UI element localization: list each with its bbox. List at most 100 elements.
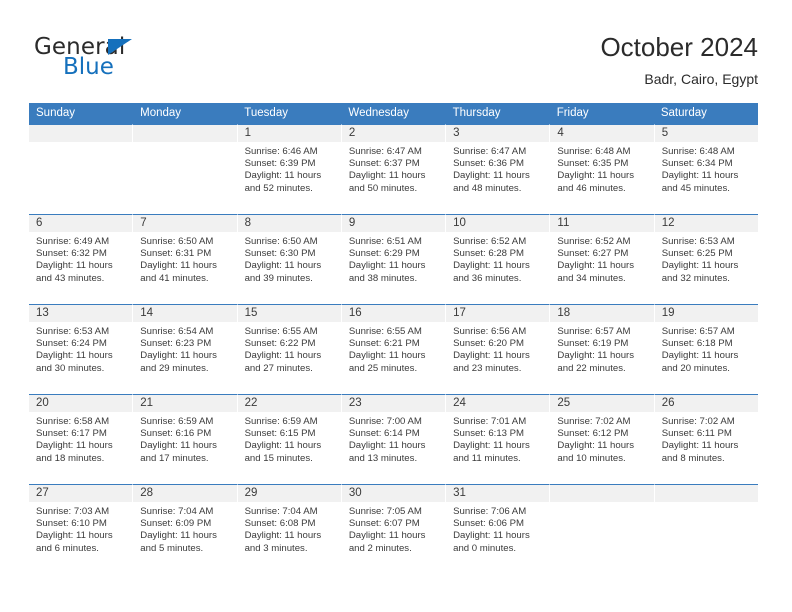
day-info-daylight-line2: and 22 minutes. bbox=[557, 362, 626, 374]
day-cell[interactable]: 8 Sunrise: 6:50 AM Sunset: 6:30 PM Daylight… bbox=[237, 214, 342, 304]
day-info-sunset: Sunset: 6:35 PM bbox=[557, 158, 629, 170]
brand-logo[interactable]: General Blue bbox=[34, 34, 264, 86]
day-info-daylight-line1: Daylight: 11 hours bbox=[557, 440, 635, 452]
day-cell[interactable]: 7 Sunrise: 6:50 AM Sunset: 6:31 PM Daylight… bbox=[133, 214, 238, 304]
day-info: Sunrise: 6:56 AM Sunset: 6:20 PM Daylight:… bbox=[446, 322, 549, 375]
day-info-sunset: Sunset: 6:16 PM bbox=[140, 428, 212, 440]
day-info: Sunrise: 7:04 AM Sunset: 6:09 PM Daylight:… bbox=[133, 502, 236, 555]
day-info-sunset: Sunset: 6:29 PM bbox=[348, 248, 420, 260]
day-cell[interactable]: 27 Sunrise: 7:03 AM Sunset: 6:10 PM Dayligh… bbox=[29, 484, 134, 574]
day-cell[interactable]: 17 Sunrise: 6:56 AM Sunset: 6:20 PM Dayligh… bbox=[446, 304, 551, 394]
day-cell[interactable]: 12 Sunrise: 6:53 AM Sunset: 6:25 PM Dayligh… bbox=[654, 214, 758, 304]
day-info-sunrise: Sunrise: 7:02 AM bbox=[557, 416, 631, 427]
day-cell[interactable]: 16 Sunrise: 6:55 AM Sunset: 6:21 PM Dayligh… bbox=[341, 304, 447, 394]
day-info-daylight-line2: and 52 minutes. bbox=[244, 182, 313, 194]
weekday-header-row: Sunday Monday Tuesday Wednesday Thursday Frid… bbox=[29, 103, 758, 124]
day-info-daylight-line2: and 41 minutes. bbox=[140, 272, 209, 284]
day-cell[interactable]: 4 Sunrise: 6:48 AM Sunset: 6:35 PM Daylight… bbox=[550, 124, 655, 214]
day-cell[interactable]: 22 Sunrise: 6:59 AM Sunset: 6:15 PM Dayligh… bbox=[237, 394, 342, 484]
day-number-band: 26 bbox=[654, 395, 758, 412]
day-info-sunrise: Sunrise: 6:57 AM bbox=[661, 326, 735, 337]
day-cell[interactable]: 5 Sunrise: 6:48 AM Sunset: 6:34 PM Daylight… bbox=[654, 124, 758, 214]
day-info-sunrise: Sunrise: 6:56 AM bbox=[453, 326, 527, 337]
day-info-daylight-line2: and 17 minutes. bbox=[140, 452, 209, 464]
day-number-band: 20 bbox=[29, 395, 133, 412]
day-info-sunrise: Sunrise: 6:57 AM bbox=[557, 326, 631, 337]
day-number: 21 bbox=[140, 397, 154, 409]
day-info-sunset: Sunset: 6:34 PM bbox=[661, 158, 733, 170]
day-info: Sunrise: 6:48 AM Sunset: 6:34 PM Daylight:… bbox=[655, 142, 758, 195]
day-info-daylight-line2: and 30 minutes. bbox=[36, 362, 105, 374]
day-cell[interactable]: 1 Sunrise: 6:46 AM Sunset: 6:39 PM Daylight… bbox=[237, 124, 342, 214]
day-number-band: 21 bbox=[133, 395, 237, 412]
day-number: 26 bbox=[661, 397, 675, 409]
day-cell[interactable]: 19 Sunrise: 6:57 AM Sunset: 6:18 PM Dayligh… bbox=[654, 304, 758, 394]
day-cell[interactable]: 21 Sunrise: 6:59 AM Sunset: 6:16 PM Dayligh… bbox=[133, 394, 238, 484]
day-cell[interactable]: 11 Sunrise: 6:52 AM Sunset: 6:27 PM Dayligh… bbox=[550, 214, 655, 304]
day-info-sunset: Sunset: 6:19 PM bbox=[557, 338, 629, 350]
day-info-daylight-line2: and 23 minutes. bbox=[453, 362, 522, 374]
day-cell[interactable]: 13 Sunrise: 6:53 AM Sunset: 6:24 PM Dayligh… bbox=[29, 304, 134, 394]
week-row: 13 Sunrise: 6:53 AM Sunset: 6:24 PM Dayligh… bbox=[29, 304, 758, 394]
day-cell[interactable]: 28 Sunrise: 7:04 AM Sunset: 6:09 PM Dayligh… bbox=[133, 484, 238, 574]
day-info-daylight-line2: and 43 minutes. bbox=[36, 272, 105, 284]
day-info-sunset: Sunset: 6:21 PM bbox=[348, 338, 420, 350]
day-cell[interactable]: 9 Sunrise: 6:51 AM Sunset: 6:29 PM Daylight… bbox=[341, 214, 447, 304]
day-info-sunrise: Sunrise: 7:03 AM bbox=[36, 506, 110, 517]
day-cell[interactable]: 18 Sunrise: 6:57 AM Sunset: 6:19 PM Dayligh… bbox=[550, 304, 655, 394]
day-info-sunset: Sunset: 6:25 PM bbox=[661, 248, 733, 260]
day-info: Sunrise: 6:58 AM Sunset: 6:17 PM Daylight:… bbox=[29, 412, 132, 465]
day-info: Sunrise: 6:59 AM Sunset: 6:15 PM Daylight:… bbox=[238, 412, 341, 465]
day-info-daylight-line2: and 27 minutes. bbox=[244, 362, 313, 374]
day-info-daylight-line2: and 11 minutes. bbox=[453, 452, 521, 464]
day-info: Sunrise: 6:53 AM Sunset: 6:24 PM Daylight:… bbox=[29, 322, 132, 375]
day-number-band: 11 bbox=[550, 215, 654, 232]
day-number: 11 bbox=[557, 217, 570, 229]
day-info-daylight-line2: and 20 minutes. bbox=[661, 362, 730, 374]
day-info-daylight-line1: Daylight: 11 hours bbox=[453, 170, 530, 182]
day-info-sunrise: Sunrise: 7:05 AM bbox=[348, 506, 422, 517]
day-cell[interactable]: 14 Sunrise: 6:54 AM Sunset: 6:23 PM Dayligh… bbox=[133, 304, 238, 394]
day-info-daylight-line1: Daylight: 11 hours bbox=[140, 530, 217, 542]
page-title: October 2024 bbox=[600, 32, 758, 62]
day-info-daylight-line1: Daylight: 11 hours bbox=[244, 260, 322, 272]
day-info: Sunrise: 6:57 AM Sunset: 6:18 PM Daylight:… bbox=[655, 322, 758, 375]
day-number-band: 28 bbox=[133, 485, 237, 502]
day-cell[interactable]: 29 Sunrise: 7:04 AM Sunset: 6:08 PM Dayligh… bbox=[237, 484, 342, 574]
day-info-sunset: Sunset: 6:18 PM bbox=[661, 338, 733, 350]
day-info-sunrise: Sunrise: 6:52 AM bbox=[453, 236, 527, 247]
day-info-daylight-line1: Daylight: 11 hours bbox=[244, 440, 322, 452]
day-info-sunrise: Sunrise: 7:04 AM bbox=[244, 506, 318, 517]
weekday-header-sunday: Sunday bbox=[29, 103, 134, 124]
day-cell[interactable]: 30 Sunrise: 7:05 AM Sunset: 6:07 PM Dayligh… bbox=[341, 484, 447, 574]
day-info: Sunrise: 6:47 AM Sunset: 6:36 PM Daylight:… bbox=[446, 142, 549, 195]
day-cell[interactable]: 26 Sunrise: 7:02 AM Sunset: 6:11 PM Dayligh… bbox=[654, 394, 758, 484]
day-info-sunset: Sunset: 6:37 PM bbox=[348, 158, 420, 170]
day-info: Sunrise: 6:48 AM Sunset: 6:35 PM Daylight:… bbox=[550, 142, 653, 195]
day-number-band: 30 bbox=[341, 485, 446, 502]
day-number: 4 bbox=[557, 127, 564, 139]
day-number-band: 31 bbox=[446, 485, 550, 502]
day-cell[interactable]: 20 Sunrise: 6:58 AM Sunset: 6:17 PM Dayligh… bbox=[29, 394, 134, 484]
day-info-daylight-line1: Daylight: 11 hours bbox=[36, 350, 113, 362]
day-cell[interactable]: 23 Sunrise: 7:00 AM Sunset: 6:14 PM Dayligh… bbox=[341, 394, 447, 484]
day-cell[interactable]: 15 Sunrise: 6:55 AM Sunset: 6:22 PM Dayligh… bbox=[237, 304, 342, 394]
day-cell[interactable]: 2 Sunrise: 6:47 AM Sunset: 6:37 PM Daylight… bbox=[341, 124, 447, 214]
day-cell[interactable]: 24 Sunrise: 7:01 AM Sunset: 6:13 PM Dayligh… bbox=[446, 394, 551, 484]
calendar-page: General Blue October 2024 Badr, Cairo, E… bbox=[0, 0, 792, 612]
day-cell[interactable]: 10 Sunrise: 6:52 AM Sunset: 6:28 PM Dayligh… bbox=[446, 214, 551, 304]
day-cell[interactable]: 6 Sunrise: 6:49 AM Sunset: 6:32 PM Daylight… bbox=[29, 214, 134, 304]
day-number-band: 2 bbox=[341, 125, 446, 142]
day-info-daylight-line2: and 25 minutes. bbox=[348, 362, 418, 374]
day-number: 1 bbox=[244, 127, 251, 139]
day-cell[interactable]: 3 Sunrise: 6:47 AM Sunset: 6:36 PM Daylight… bbox=[446, 124, 551, 214]
day-info-daylight-line1: Daylight: 11 hours bbox=[36, 530, 113, 542]
day-cell[interactable]: 25 Sunrise: 7:02 AM Sunset: 6:12 PM Dayligh… bbox=[550, 394, 655, 484]
week-row: 20 Sunrise: 6:58 AM Sunset: 6:17 PM Dayligh… bbox=[29, 394, 758, 484]
day-info-sunrise: Sunrise: 6:50 AM bbox=[140, 236, 214, 247]
day-cell[interactable]: 31 Sunrise: 7:06 AM Sunset: 6:06 PM Dayligh… bbox=[446, 484, 551, 574]
day-info-sunrise: Sunrise: 6:48 AM bbox=[661, 146, 735, 157]
day-info-daylight-line1: Daylight: 11 hours bbox=[453, 260, 530, 272]
day-info-daylight-line2: and 32 minutes. bbox=[661, 272, 730, 284]
day-info: Sunrise: 7:02 AM Sunset: 6:11 PM Daylight:… bbox=[655, 412, 758, 465]
